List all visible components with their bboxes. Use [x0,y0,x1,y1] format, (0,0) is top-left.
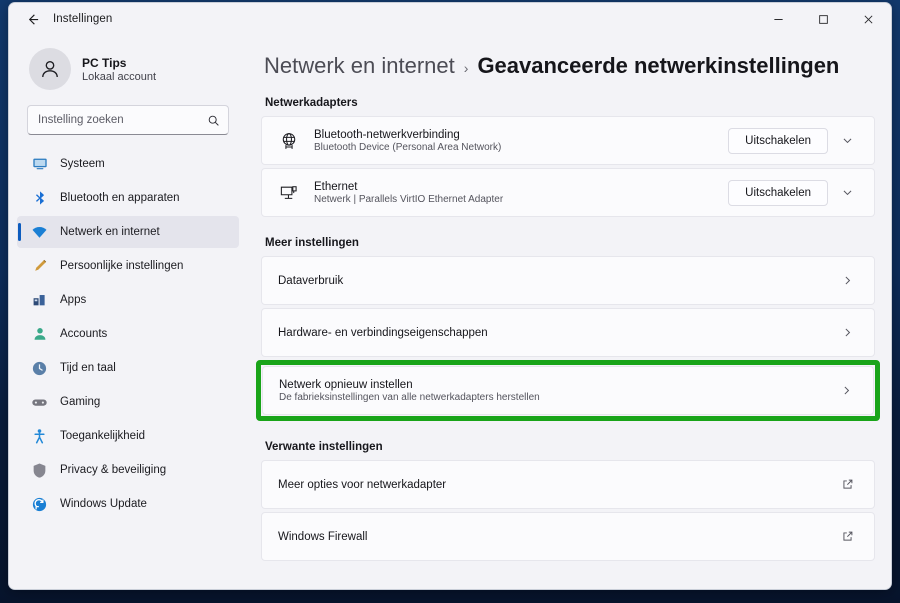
sidebar-item-apps[interactable]: Apps [17,284,239,316]
page-title: Geavanceerde netwerkinstellingen [477,53,839,79]
window-body: PC Tips Lokaal account Systeem [9,35,891,589]
section-spacer [261,424,875,441]
row-title: Dataverbruik [278,275,834,287]
row-title: Windows Firewall [278,531,834,543]
settings-row-netwerk-opnieuw-instellen[interactable]: Netwerk opnieuw instellen De fabrieksins… [262,366,874,415]
minimize-button[interactable] [756,3,801,35]
disable-button[interactable]: Uitschakelen [728,180,828,206]
chevron-down-icon[interactable] [834,180,860,206]
row-subtitle: De fabrieksinstellingen van alle netwerk… [279,392,833,403]
sidebar-item-label: Apps [60,294,86,306]
sidebar-nav: Systeem Bluetooth en apparaten Netwerk e… [17,148,239,522]
title-bar: Instellingen [9,3,891,35]
adapter-subtitle: Bluetooth Device (Personal Area Network) [314,142,728,153]
personalize-icon [31,258,48,275]
bluetooth-icon [31,190,48,207]
sidebar-item-label: Windows Update [60,498,147,510]
back-arrow-icon[interactable] [17,6,47,32]
shield-icon [31,462,48,479]
related-row-windows-firewall[interactable]: Windows Firewall [261,512,875,561]
chevron-right-icon[interactable] [833,378,859,404]
row-title: Hardware- en verbindingseigenschappen [278,327,834,339]
settings-row-hardware-eigenschappen[interactable]: Hardware- en verbindingseigenschappen [261,308,875,357]
profile-name: PC Tips [82,56,156,70]
section-spacer [261,220,875,237]
adapter-row-bluetooth[interactable]: Bluetooth-netwerkverbinding Bluetooth De… [261,116,875,165]
sidebar-item-label: Tijd en taal [60,362,116,374]
sidebar-item-persoonlijke-instellingen[interactable]: Persoonlijke instellingen [17,250,239,282]
search-icon [207,114,220,127]
adapter-title: Ethernet [314,181,728,193]
apps-icon [31,292,48,309]
search-input[interactable] [38,114,207,126]
adapter-title: Bluetooth-netwerkverbinding [314,129,728,141]
main-content: Netwerk en internet › Geavanceerde netwe… [247,35,891,589]
highlight-annotation: Netwerk opnieuw instellen De fabrieksins… [256,360,880,421]
section-label-verwante-instellingen: Verwante instellingen [265,441,875,453]
chevron-right-icon[interactable] [834,268,860,294]
adapter-row-ethernet[interactable]: Ethernet Netwerk | Parallels VirtIO Ethe… [261,168,875,217]
profile-subtitle: Lokaal account [82,71,156,83]
close-button[interactable] [846,3,891,35]
sidebar-item-label: Toegankelijkheid [60,430,145,442]
adapter-subtitle: Netwerk | Parallels VirtIO Ethernet Adap… [314,194,728,205]
accessibility-icon [31,428,48,445]
chevron-right-icon[interactable] [834,320,860,346]
ethernet-icon [278,182,300,204]
sidebar-item-windows-update[interactable]: Windows Update [17,488,239,520]
user-avatar-icon [29,48,71,90]
sidebar-item-label: Systeem [60,158,105,170]
row-title: Netwerk opnieuw instellen [279,379,833,391]
network-icon [31,224,48,241]
sidebar-item-privacy-beveiliging[interactable]: Privacy & beveiliging [17,454,239,486]
window-title: Instellingen [53,13,112,25]
accounts-icon [31,326,48,343]
sidebar-item-label: Persoonlijke instellingen [60,260,183,272]
sidebar-item-tijd-en-taal[interactable]: Tijd en taal [17,352,239,384]
search-box[interactable] [27,105,229,135]
clock-icon [31,360,48,377]
breadcrumb-parent-link[interactable]: Netwerk en internet [264,53,455,79]
settings-window: Instellingen [8,2,892,590]
external-link-icon[interactable] [834,524,860,550]
sidebar-item-label: Netwerk en internet [60,226,160,238]
disable-button[interactable]: Uitschakelen [728,128,828,154]
external-link-icon[interactable] [834,472,860,498]
sidebar-item-accounts[interactable]: Accounts [17,318,239,350]
sidebar-item-gaming[interactable]: Gaming [17,386,239,418]
maximize-button[interactable] [801,3,846,35]
related-row-meer-opties[interactable]: Meer opties voor netwerkadapter [261,460,875,509]
chevron-down-icon[interactable] [834,128,860,154]
sidebar-item-toegankelijkheid[interactable]: Toegankelijkheid [17,420,239,452]
sidebar-item-label: Privacy & beveiliging [60,464,166,476]
section-label-meer-instellingen: Meer instellingen [265,237,875,249]
sidebar-item-systeem[interactable]: Systeem [17,148,239,180]
system-icon [31,156,48,173]
breadcrumb-separator-icon: › [464,60,469,76]
sidebar: PC Tips Lokaal account Systeem [9,35,247,589]
breadcrumb: Netwerk en internet › Geavanceerde netwe… [261,53,875,79]
settings-row-dataverbruik[interactable]: Dataverbruik [261,256,875,305]
row-title: Meer opties voor netwerkadapter [278,479,834,491]
user-profile[interactable]: PC Tips Lokaal account [17,35,239,97]
sidebar-item-bluetooth-en-apparaten[interactable]: Bluetooth en apparaten [17,182,239,214]
update-icon [31,496,48,513]
globe-network-icon [278,130,300,152]
window-controls [756,3,891,35]
section-label-netwerkadapters: Netwerkadapters [265,97,875,109]
sidebar-item-label: Bluetooth en apparaten [60,192,180,204]
gaming-icon [31,394,48,411]
sidebar-item-label: Accounts [60,328,107,340]
sidebar-item-label: Gaming [60,396,100,408]
sidebar-item-netwerk-en-internet[interactable]: Netwerk en internet [17,216,239,248]
